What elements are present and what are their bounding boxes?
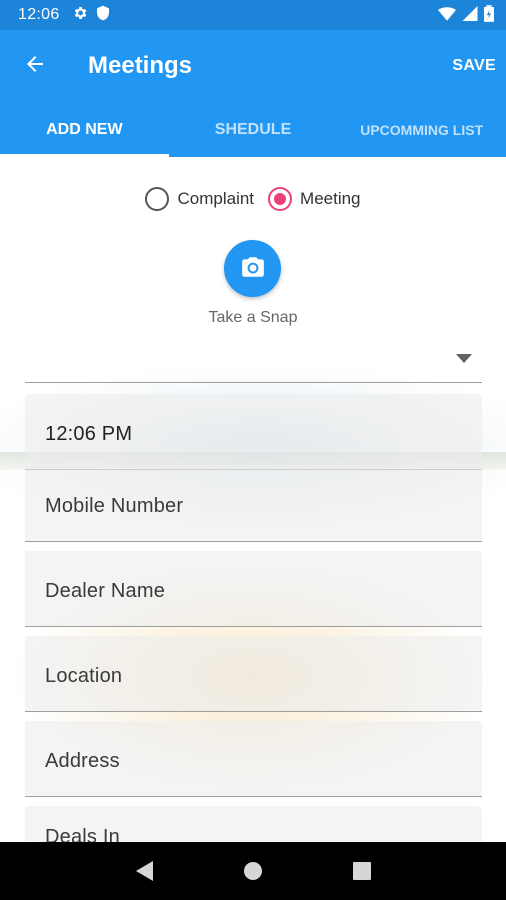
form-content: Complaint Meeting Take a Snap 12:06 PM M… — [0, 157, 506, 842]
take-snap-label: Take a Snap — [208, 309, 298, 326]
radio-complaint-label: Complaint — [177, 189, 255, 208]
status-bar: 12:06 — [0, 0, 506, 30]
battery-icon — [484, 4, 494, 26]
nav-recents-icon[interactable] — [352, 862, 371, 880]
tab-shedule[interactable]: SHEDULE — [169, 102, 338, 157]
address-field[interactable]: Address — [25, 721, 482, 797]
radio-option-meeting[interactable]: Meeting — [268, 187, 361, 211]
location-field[interactable]: Location — [25, 636, 482, 712]
tab-add-new[interactable]: ADD NEW — [0, 102, 169, 157]
nav-back-icon[interactable] — [135, 861, 153, 881]
back-button[interactable] — [0, 30, 70, 102]
save-button[interactable]: SAVE — [452, 49, 496, 83]
page-title: Meetings — [88, 52, 193, 79]
deals-in-field[interactable]: Deals In — [25, 806, 482, 842]
nav-home-icon[interactable] — [243, 862, 262, 880]
deals-in-placeholder: Deals In — [45, 826, 120, 842]
location-placeholder: Location — [45, 665, 123, 687]
address-placeholder: Address — [45, 750, 120, 772]
settings-gear-icon — [72, 5, 88, 25]
radio-meeting[interactable] — [268, 187, 293, 211]
status-time: 12:06 — [18, 6, 60, 23]
dealer-name-placeholder: Dealer Name — [45, 580, 166, 602]
mobile-number-placeholder: Mobile Number — [45, 494, 184, 517]
radio-option-complaint[interactable]: Complaint — [145, 187, 254, 211]
dealer-name-field[interactable]: Dealer Name — [25, 551, 482, 627]
app-bar: Meetings SAVE — [0, 30, 506, 102]
tab-bar: ADD NEW SHEDULE UPCOMMING LIST — [0, 102, 506, 157]
signal-icon — [462, 5, 478, 25]
type-radio-group: Complaint Meeting — [0, 187, 506, 211]
tab-upcomming-list[interactable]: UPCOMMING LIST — [337, 102, 506, 157]
dropdown-arrow-icon — [456, 354, 472, 363]
radio-complaint[interactable] — [145, 187, 170, 211]
shield-icon — [96, 5, 110, 25]
radio-meeting-label: Meeting — [300, 189, 361, 208]
arrow-back-icon — [23, 52, 47, 80]
time-value: 12:06 PM — [45, 423, 133, 445]
mobile-number-field[interactable]: Mobile Number — [25, 465, 482, 542]
system-nav-bar — [0, 842, 506, 900]
take-snap-button[interactable] — [224, 240, 281, 297]
camera-icon — [240, 254, 266, 284]
category-dropdown[interactable] — [25, 335, 482, 383]
wifi-icon — [438, 6, 456, 25]
time-field[interactable]: 12:06 PM — [25, 394, 482, 470]
